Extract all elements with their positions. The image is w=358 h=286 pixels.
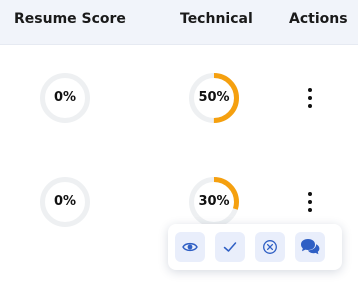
technical-score-value: 50% bbox=[198, 90, 230, 105]
reject-button[interactable] bbox=[255, 232, 285, 262]
close-circle-icon bbox=[263, 240, 277, 254]
column-header-actions: Actions bbox=[289, 11, 348, 27]
column-header-technical: Technical bbox=[180, 11, 253, 27]
chat-button[interactable] bbox=[295, 232, 325, 262]
more-actions-icon[interactable] bbox=[300, 190, 320, 214]
resume-score-ring: 0% bbox=[39, 72, 91, 124]
technical-score-value: 30% bbox=[198, 194, 230, 209]
column-header-resume-score: Resume Score bbox=[14, 11, 126, 27]
resume-score-value: 0% bbox=[53, 90, 77, 105]
resume-score-ring: 0% bbox=[39, 176, 91, 228]
more-actions-icon[interactable] bbox=[300, 86, 320, 110]
check-icon bbox=[223, 242, 237, 252]
technical-score-ring: 30% bbox=[188, 176, 240, 228]
view-button[interactable] bbox=[175, 232, 205, 262]
technical-score-ring: 50% bbox=[188, 72, 240, 124]
table-row: 0% 50% bbox=[0, 46, 358, 150]
resume-score-value: 0% bbox=[53, 194, 77, 209]
table-header: Resume Score Technical Actions bbox=[0, 0, 358, 45]
chat-bubbles-icon bbox=[301, 239, 320, 255]
eye-icon bbox=[182, 242, 198, 252]
actions-menu bbox=[168, 224, 342, 270]
approve-button[interactable] bbox=[215, 232, 245, 262]
